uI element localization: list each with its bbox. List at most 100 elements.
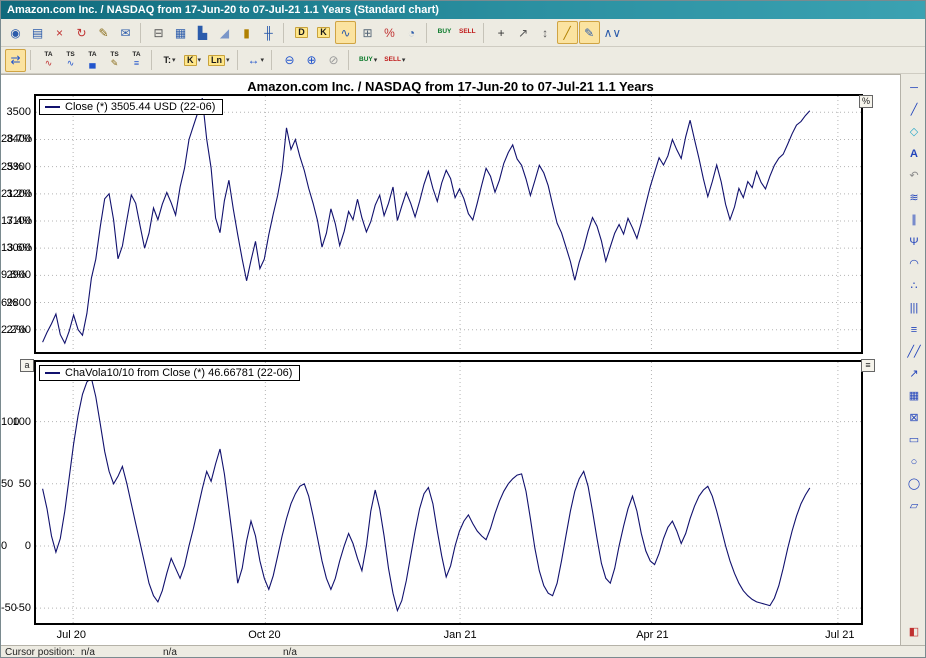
updown-icon[interactable]: ↕ (535, 21, 556, 44)
chart-refresh-icon[interactable]: ↻ (71, 21, 92, 44)
area-chart-icon[interactable]: ◢ (214, 21, 235, 44)
fit-width-dropdown[interactable]: ↔▾ (245, 49, 268, 72)
channel-tool[interactable]: ∥ (904, 210, 925, 230)
series-line-icon (45, 372, 60, 374)
clock-icon[interactable]: ◔ (401, 21, 422, 44)
buy-dropdown[interactable]: BUY▾ (356, 49, 380, 72)
ohlc-icon[interactable]: ╫ (258, 21, 279, 44)
horizontal-line-tool[interactable]: ─ (904, 78, 925, 98)
pointer-icon[interactable]: ↗ (513, 21, 534, 44)
sell-button-label: SELL (459, 29, 476, 36)
trend-line-tool[interactable]: ╱ (904, 100, 925, 120)
ta-chart-icon[interactable]: TA▄ (82, 49, 103, 72)
series-line-icon (45, 106, 60, 108)
candlestick-icon[interactable]: ▮ (236, 21, 257, 44)
sell-button[interactable]: SELL (456, 21, 479, 44)
template-dropdown[interactable]: T:▾ (159, 49, 180, 72)
text-tool[interactable]: A (904, 144, 925, 164)
dropdown-caret-icon: ▾ (402, 56, 406, 64)
dropdown-caret-icon: ▾ (172, 56, 176, 64)
cube-3d-tool[interactable]: ◧ (904, 622, 925, 642)
horizontal-lines-tool[interactable]: ≡ (904, 320, 925, 340)
ts-trend-icon[interactable]: TS∿ (60, 49, 81, 72)
table-icon[interactable]: ⊞ (357, 21, 378, 44)
vertical-lines-tool[interactable]: ||| (904, 298, 925, 318)
polygon-tool[interactable]: ▱ (904, 496, 925, 516)
percent-unit-button[interactable]: % (859, 95, 873, 108)
grid-tool[interactable]: ▦ (904, 386, 925, 406)
zoom-out-icon[interactable]: ⊖ (279, 49, 300, 72)
chart-wizard-icon-glyph: ◉ (10, 27, 20, 39)
crossed-box-tool[interactable]: ⊠ (904, 408, 925, 428)
daily-chip-label: D (295, 27, 308, 38)
cursor-position-label: Cursor position: (5, 647, 75, 658)
price-legend[interactable]: Close (*) 3505.44 USD (22-06) (39, 99, 223, 115)
rectangle-tool[interactable]: ▭ (904, 430, 925, 450)
scale-dropdown[interactable]: Ln▾ (205, 49, 233, 72)
chart-edit-icon[interactable]: ✎ (93, 21, 114, 44)
toolbar-separator (271, 50, 275, 70)
zoom-reset-icon[interactable]: ⊘ (323, 49, 344, 72)
arc-tool[interactable]: ◠ (904, 254, 925, 274)
buy-dropdown-label: BUY (359, 57, 373, 64)
indicator-series-line (43, 378, 810, 610)
ta-list-icon-glyph: TA≡ (132, 52, 140, 68)
chart-wizard-icon[interactable]: ◉ (5, 21, 26, 44)
buy-button-label: BUY (438, 29, 452, 36)
toolbar-separator (283, 23, 287, 43)
ta-list-icon[interactable]: TA≡ (126, 49, 147, 72)
clock-icon-glyph: ◔ (408, 27, 415, 39)
y-axis-tick-label: 9.8% (1, 269, 34, 281)
send-chart-icon[interactable]: ✉ (115, 21, 136, 44)
diamond-tool[interactable]: ◇ (904, 122, 925, 142)
annotate-icon-glyph: ✎ (584, 27, 594, 39)
ta-trend-icon-glyph: TA∿ (44, 52, 52, 68)
chart-delete-icon[interactable]: × (49, 21, 70, 44)
indicator-legend[interactable]: ChaVola10/10 from Close (*) 46.66781 (22… (39, 365, 300, 381)
pointer-icon-glyph: ↗ (518, 27, 528, 39)
ellipse-tool[interactable]: ○ (904, 452, 925, 472)
curve-tool[interactable]: ↶ (904, 166, 925, 186)
y-axis-tick-label: 28.7% (1, 133, 34, 145)
trendline-icon[interactable]: ╱ (557, 21, 578, 44)
pitchfork-tool[interactable]: Ψ (904, 232, 925, 252)
gann-fan-tool[interactable]: ↗ (904, 364, 925, 384)
indicator-legend-text: ChaVola10/10 from Close (*) 46.66781 (22… (65, 367, 292, 379)
zigzag-icon[interactable]: ∧∨ (601, 21, 625, 44)
send-chart-icon-glyph: ✉ (120, 27, 130, 39)
pane-menu-button[interactable]: ≡ (861, 359, 875, 372)
sell-dropdown[interactable]: SELL▾ (381, 49, 408, 72)
ts-edit-icon[interactable]: TS✎ (104, 49, 125, 72)
circle-tool[interactable]: ◯ (904, 474, 925, 494)
buy-button[interactable]: BUY (434, 21, 455, 44)
candle-chip[interactable]: K (313, 21, 334, 44)
ta-trend-icon[interactable]: TA∿ (38, 49, 59, 72)
y-axis-tick-label: 25% (1, 161, 34, 173)
wave-tool[interactable]: ≋ (904, 188, 925, 208)
annotate-icon[interactable]: ✎ (579, 21, 600, 44)
dots-grid-tool[interactable]: ∴ (904, 276, 925, 296)
line-chart-icon[interactable]: ∿ (335, 21, 356, 44)
grid-chart-icon-glyph: ▦ (175, 27, 186, 39)
speed-lines-tool[interactable]: ╱╱ (904, 342, 925, 362)
print-icon[interactable]: ⊟ (148, 21, 169, 44)
grid-chart-icon[interactable]: ▦ (170, 21, 191, 44)
dropdown-caret-icon: ▾ (374, 56, 378, 64)
price-chart (36, 96, 861, 352)
chart-gallery-icon-glyph: ▤ (32, 27, 43, 39)
indicator-pane[interactable]: ChaVola10/10 from Close (*) 46.66781 (22… (34, 360, 863, 625)
y-axis-tick-label: 50 (1, 478, 34, 490)
pane-collapse-button[interactable]: a (20, 359, 34, 372)
candle-style-dropdown[interactable]: K▾ (181, 49, 204, 72)
percent-scale-icon[interactable]: % (379, 21, 400, 44)
zoom-in-icon[interactable]: ⊕ (301, 49, 322, 72)
dropdown-caret-icon: ▾ (226, 56, 230, 64)
y-axis-tick-label: 2.2% (1, 324, 34, 336)
bar-chart-icon[interactable]: ▙ (192, 21, 213, 44)
sync-icon[interactable]: ⇄ (5, 49, 26, 72)
crosshair-icon[interactable]: + (491, 21, 512, 44)
scale-dropdown-label: Ln (208, 55, 225, 66)
chart-gallery-icon[interactable]: ▤ (27, 21, 48, 44)
daily-chip[interactable]: D (291, 21, 312, 44)
price-pane[interactable]: Close (*) 3505.44 USD (22-06) (34, 94, 863, 354)
